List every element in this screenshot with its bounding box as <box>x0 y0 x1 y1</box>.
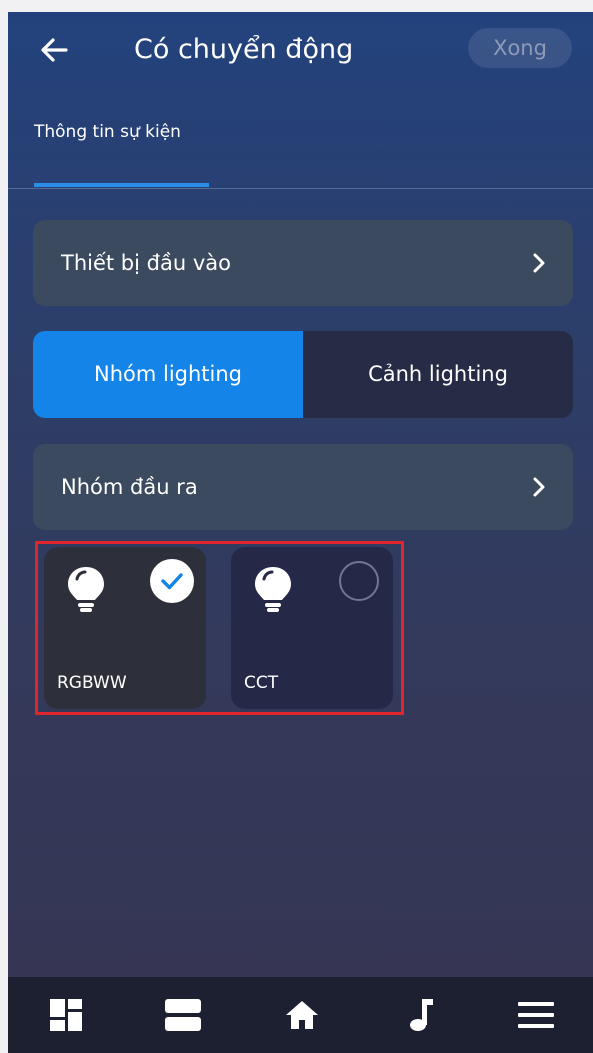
unselected-circle-icon[interactable] <box>339 561 379 601</box>
lighting-type-segmented-control: Nhóm lighting Cảnh lighting <box>33 331 573 418</box>
chevron-right-icon <box>527 251 551 275</box>
lightbulb-icon <box>64 565 108 613</box>
input-device-label: Thiết bị đầu vào <box>61 251 231 275</box>
list-icon <box>165 999 201 1031</box>
chevron-right-icon <box>527 475 551 499</box>
app-screen: Có chuyển động Xong Thông tin sự kiện Th… <box>8 12 593 1053</box>
tab-event-info[interactable]: Thông tin sự kiện <box>34 122 181 142</box>
dashboard-icon <box>50 999 82 1031</box>
group-name: CCT <box>244 673 279 693</box>
done-button[interactable]: Xong <box>468 28 572 68</box>
lightbulb-icon <box>251 565 295 613</box>
bottom-navigation-bar <box>8 977 593 1053</box>
tab-active-indicator <box>34 183 209 187</box>
segment-lighting-group[interactable]: Nhóm lighting <box>33 331 303 418</box>
output-group-label: Nhóm đầu ra <box>61 475 198 499</box>
back-button[interactable] <box>36 32 72 68</box>
nav-home[interactable] <box>282 997 322 1033</box>
nav-list[interactable] <box>163 997 203 1033</box>
group-card-cct[interactable]: CCT <box>231 547 393 709</box>
header: Có chuyển động Xong <box>8 12 593 86</box>
menu-icon <box>518 1002 554 1028</box>
page-title: Có chuyển động <box>134 34 354 65</box>
music-note-icon <box>410 999 433 1031</box>
tab-divider <box>8 188 593 189</box>
group-card-rgbww[interactable]: RGBWW <box>44 547 206 709</box>
segment-lighting-scene[interactable]: Cảnh lighting <box>303 331 573 418</box>
input-device-row[interactable]: Thiết bị đầu vào <box>33 220 573 306</box>
nav-menu[interactable] <box>516 997 556 1033</box>
arrow-left-icon <box>41 38 68 62</box>
nav-dashboard[interactable] <box>46 997 86 1033</box>
home-icon <box>286 1001 318 1029</box>
group-name: RGBWW <box>57 673 127 693</box>
nav-music[interactable] <box>401 997 441 1033</box>
selected-check-icon[interactable] <box>150 559 194 603</box>
output-group-row[interactable]: Nhóm đầu ra <box>33 444 573 530</box>
